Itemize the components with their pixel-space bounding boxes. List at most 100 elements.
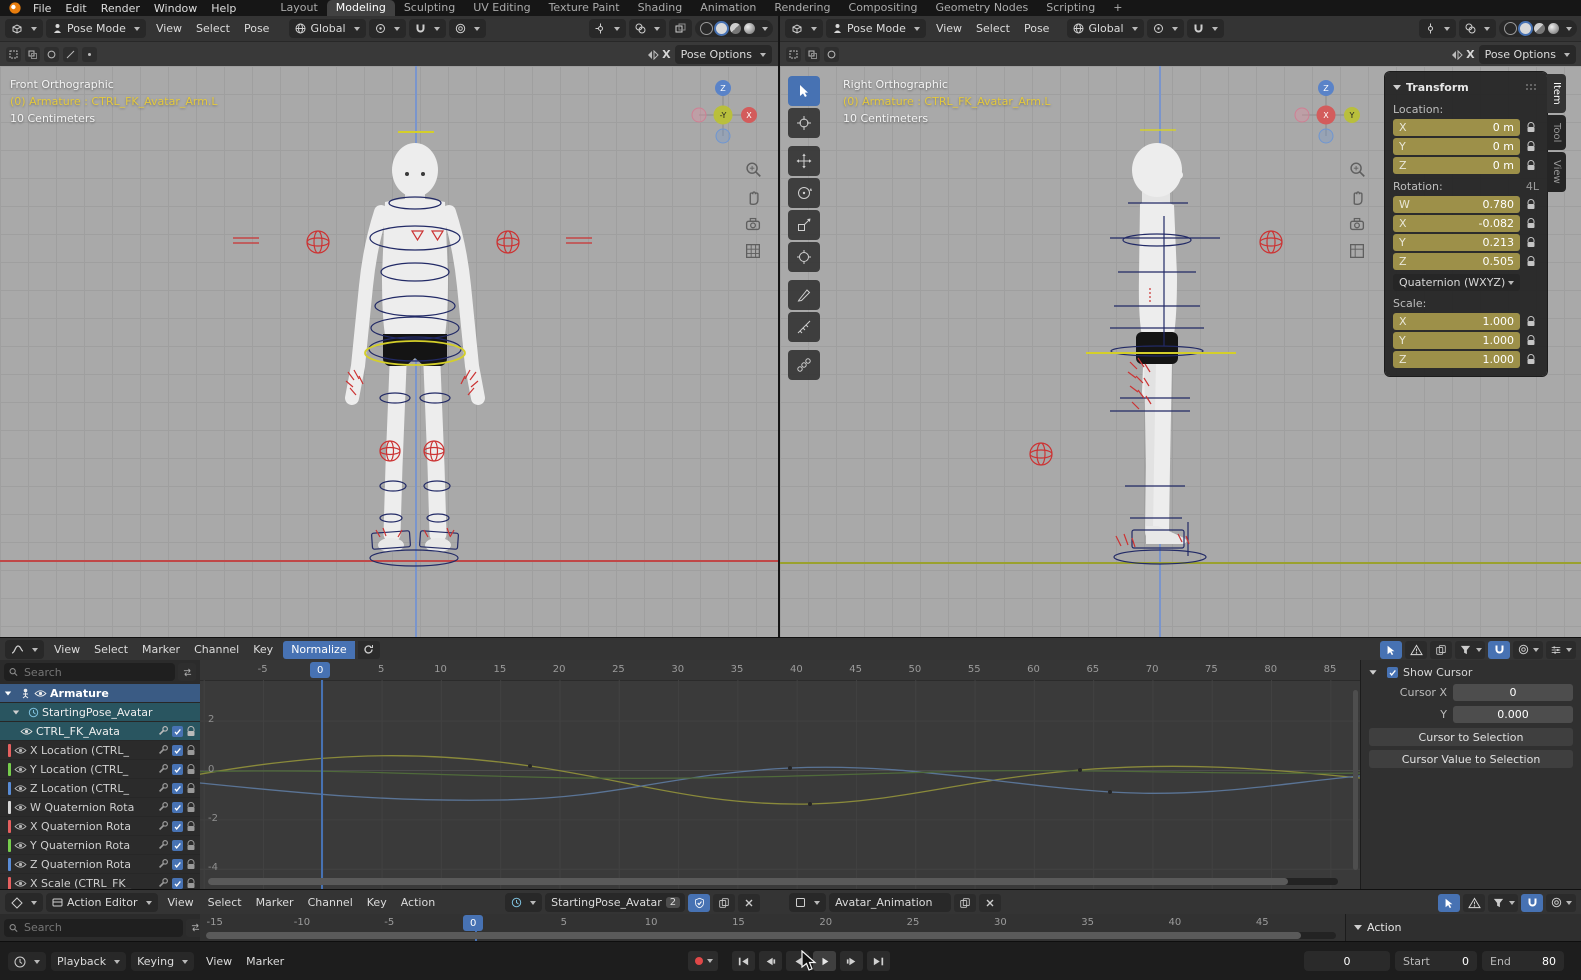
eye-icon[interactable] [14, 765, 27, 774]
tool-measure[interactable] [788, 312, 820, 342]
previous-keyframe-button[interactable] [759, 951, 782, 971]
dopesheet-ruler[interactable]: -15-10-5051015202530354045 0 [200, 914, 1345, 941]
transform-panel-header[interactable]: Transform [1393, 77, 1539, 97]
auto-keying-record-button[interactable] [688, 951, 718, 971]
selection-sync-icon[interactable] [1438, 894, 1460, 912]
zoom-icon[interactable] [742, 159, 764, 181]
frame-start-field[interactable]: Start0 [1395, 951, 1477, 971]
sidebar-tab-view[interactable]: View [1547, 152, 1566, 192]
modifier-wrench-icon[interactable] [157, 820, 169, 832]
dopesheet-menu[interactable]: View [161, 896, 201, 909]
graph-menu[interactable]: Select [87, 643, 135, 656]
tool-setting-icon[interactable] [824, 47, 839, 62]
tool-setting-icon[interactable] [44, 47, 59, 62]
shading-material-icon[interactable] [1534, 23, 1545, 34]
eye-icon[interactable] [14, 879, 27, 888]
frame-end-field[interactable]: End80 [1482, 951, 1564, 971]
tool-transform[interactable] [788, 242, 820, 272]
unlink-action-icon[interactable] [738, 894, 760, 912]
eye-icon[interactable] [14, 822, 27, 831]
eye-icon[interactable] [14, 803, 27, 812]
workspace-tab[interactable]: Sculpting [395, 0, 464, 16]
orientation-dropdown[interactable]: Global [1067, 19, 1143, 38]
rotation-mode-dropdown[interactable]: Quaternion (WXYZ) [1393, 274, 1520, 291]
lock-icon[interactable] [186, 783, 196, 794]
scale-field[interactable]: Z1.000 [1393, 351, 1520, 368]
lock-icon[interactable] [1523, 237, 1539, 248]
proportional-icon[interactable] [1513, 641, 1543, 659]
graph-menu[interactable]: Key [246, 643, 280, 656]
workspace-tab[interactable]: UV Editing [464, 0, 539, 16]
channel-row-action[interactable]: StartingPose_Avatar [0, 703, 200, 722]
shading-solid-icon[interactable] [1520, 23, 1531, 34]
modifier-wrench-icon[interactable] [157, 763, 169, 775]
fcurve-channel-row[interactable]: X Quaternion Rota [0, 817, 200, 836]
lock-icon[interactable] [186, 840, 196, 851]
mode-dropdown[interactable]: Pose Mode [826, 19, 926, 38]
cursor-to-selection-button[interactable]: Cursor to Selection [1369, 728, 1573, 746]
timeline-menu[interactable]: Marker [239, 955, 291, 968]
tool-scale[interactable] [788, 210, 820, 240]
current-frame-badge[interactable]: 0 [310, 662, 330, 678]
lock-icon[interactable] [1523, 122, 1539, 133]
current-frame-badge[interactable]: 0 [463, 915, 483, 931]
toggle-grid-icon[interactable] [742, 240, 764, 262]
fcurve-channel-row[interactable]: Z Location (CTRL_ [0, 779, 200, 798]
snap-icon[interactable] [1521, 894, 1543, 912]
stash-name-field[interactable]: Avatar_Animation [829, 893, 951, 912]
mirror-x-toggle[interactable]: X [647, 48, 670, 61]
shading-rendered-icon[interactable] [744, 23, 755, 34]
navigation-gizmo[interactable]: Z X -Y [685, 80, 761, 150]
location-field[interactable]: Y0 m [1393, 138, 1520, 155]
workspace-tab[interactable]: Scripting [1037, 0, 1104, 16]
channel-enable-checkbox[interactable] [172, 802, 183, 813]
zoom-icon[interactable] [1346, 159, 1368, 181]
shading-rendered-icon[interactable] [1548, 23, 1559, 34]
tool-setting-icon[interactable] [786, 47, 801, 62]
channel-row-group[interactable]: CTRL_FK_Avata [0, 722, 200, 741]
lock-icon[interactable] [1523, 256, 1539, 267]
viewport-menu[interactable]: Pose [237, 22, 276, 35]
blender-logo[interactable] [4, 0, 26, 17]
overlays-button[interactable] [1459, 19, 1496, 38]
pose-options-dropdown[interactable]: Pose Options [1479, 45, 1576, 64]
warning-icon[interactable] [1405, 641, 1427, 659]
dopesheet-search-input[interactable] [4, 919, 183, 937]
browse-action-button[interactable] [505, 893, 542, 912]
pan-hand-icon[interactable] [1346, 186, 1368, 208]
shading-wireframe-icon[interactable] [1504, 22, 1517, 35]
lock-icon[interactable] [1523, 160, 1539, 171]
dopesheet-menu[interactable]: Channel [301, 896, 360, 909]
fcurve-channel-row[interactable]: X Scale (CTRL_FK_ [0, 874, 200, 889]
workspace-tab[interactable]: Texture Paint [540, 0, 629, 16]
workspace-tab[interactable]: Modeling [327, 0, 395, 16]
proportional-icon[interactable] [1546, 894, 1576, 912]
channel-row-armature[interactable]: Armature [0, 684, 200, 703]
workspace-tab[interactable]: Animation [691, 0, 765, 16]
graph-vertical-scrollbar[interactable] [1353, 690, 1358, 870]
topbar-menu[interactable]: Render [94, 2, 147, 15]
warning-icon[interactable] [1463, 894, 1485, 912]
normalize-toggle[interactable]: Normalize [283, 641, 354, 659]
fake-user-shield-icon[interactable] [688, 894, 710, 912]
fcurve-channel-row[interactable]: Z Quaternion Rota [0, 855, 200, 874]
dopesheet-menu[interactable]: Key [360, 896, 394, 909]
tool-setting-icon[interactable] [6, 47, 21, 62]
tool-pose-breakdowner[interactable] [788, 350, 820, 380]
cursor-x-field[interactable]: 0 [1453, 684, 1573, 701]
rotation-field[interactable]: Y0.213 [1393, 234, 1520, 251]
topbar-menu[interactable]: File [26, 2, 58, 15]
invert-filter-icon[interactable] [178, 663, 196, 681]
lock-icon[interactable] [1523, 199, 1539, 210]
modifier-wrench-icon[interactable] [157, 877, 169, 889]
location-field[interactable]: X0 m [1393, 119, 1520, 136]
dopesheet-menu[interactable]: Action [394, 896, 442, 909]
modifier-wrench-icon[interactable] [157, 801, 169, 813]
viewport-menu[interactable]: View [149, 22, 189, 35]
viewport-canvas-front[interactable]: Front Orthographic (0) Armature : CTRL_F… [0, 66, 778, 637]
topbar-menu[interactable]: Window [147, 2, 204, 15]
dopesheet-horizontal-scrollbar[interactable] [206, 932, 1336, 939]
action-panel-header[interactable]: Action [1345, 914, 1581, 941]
panel-grip-icon[interactable] [1525, 83, 1539, 91]
normalize-refresh-icon[interactable] [358, 641, 380, 659]
